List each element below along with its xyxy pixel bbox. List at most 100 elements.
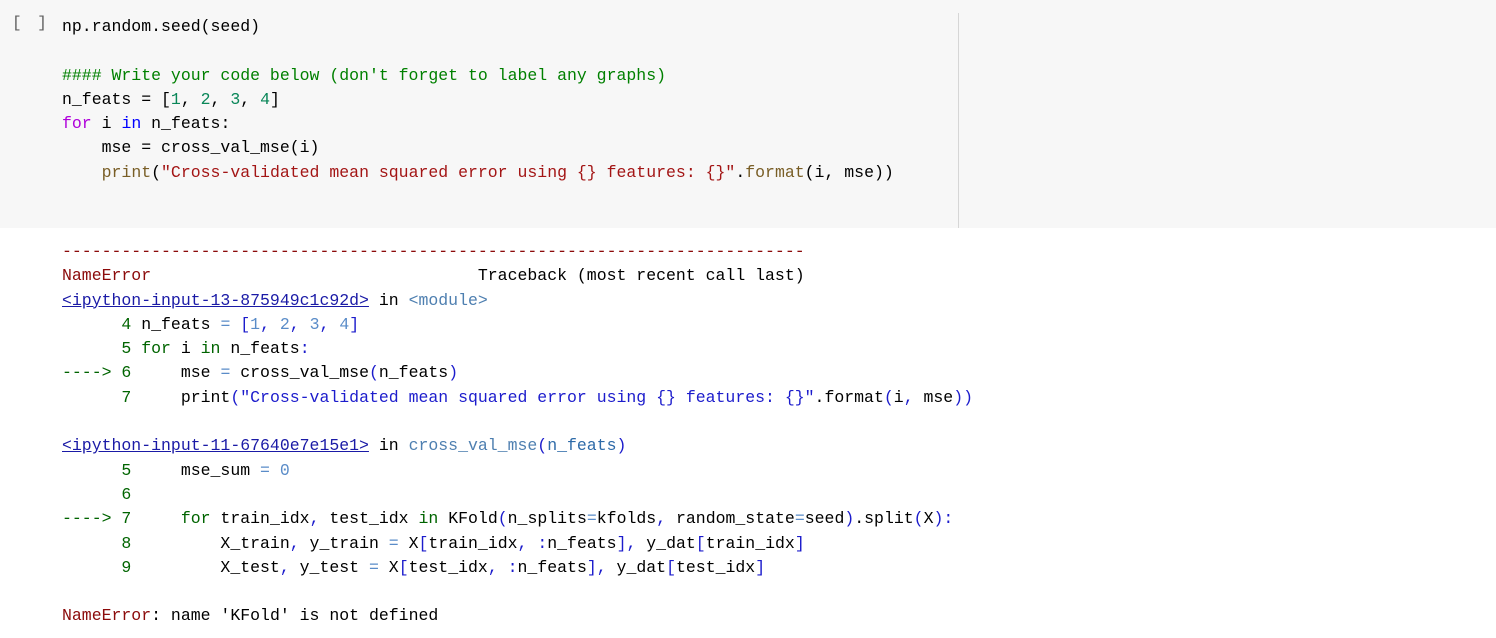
code-token: ----------------------------------------… xyxy=(62,242,805,261)
code-token: , xyxy=(260,314,270,334)
code-token: split xyxy=(864,509,914,529)
code-token: , xyxy=(309,509,320,529)
code-line: print("Cross-validated mean squared erro… xyxy=(62,160,894,184)
code-token: cross_val_mse xyxy=(230,363,369,383)
code-token: 5 xyxy=(62,460,132,480)
code-token: [ xyxy=(398,557,409,577)
code-token: )) xyxy=(953,387,974,407)
cell-output-traceback: ----------------------------------------… xyxy=(62,240,973,629)
code-token: n_feats xyxy=(131,314,221,334)
code-token: in xyxy=(200,339,221,359)
traceback-line: ----> 6 mse = cross_val_mse(n_feats) xyxy=(62,361,973,385)
code-token: ( xyxy=(913,509,924,529)
code-token: ] xyxy=(794,533,805,553)
code-token: y_test xyxy=(289,557,369,577)
code-token: train_idx xyxy=(705,533,795,553)
code-editor[interactable]: np.random.seed(seed) #### Write your cod… xyxy=(62,14,894,184)
code-token: ): xyxy=(933,509,954,529)
code-token: for xyxy=(131,509,211,529)
traceback-line: 5 mse_sum = 0 xyxy=(62,459,973,483)
code-token: 4 xyxy=(339,314,350,334)
code-token: , xyxy=(903,387,914,407)
code-token: ( xyxy=(537,436,548,456)
code-line: n_feats = [1, 2, 3, 4] xyxy=(62,87,894,111)
code-token: , xyxy=(279,557,290,577)
code-token: : xyxy=(537,533,548,553)
code-token: 7 xyxy=(62,387,132,407)
code-token: . xyxy=(735,162,746,182)
code-token: , xyxy=(487,557,498,577)
code-token: 4 xyxy=(62,314,132,334)
traceback-line: 5 for i in n_feats: xyxy=(62,337,973,361)
code-token: = xyxy=(586,509,597,529)
code-token: mse xyxy=(131,363,221,383)
code-token: n_feats xyxy=(547,533,617,553)
traceback-file-link[interactable]: <ipython-input-13-875949c1c92d> xyxy=(62,291,369,310)
code-token: . xyxy=(814,387,825,407)
code-token: mse xyxy=(913,387,954,407)
code-token: in xyxy=(418,509,439,529)
code-token: mse_sum xyxy=(131,460,261,480)
code-token: mse = cross_val_mse(i) xyxy=(62,138,320,158)
code-token: (i, mse)) xyxy=(804,162,894,182)
code-token: 6 xyxy=(62,484,132,504)
code-token: y_train xyxy=(299,533,389,553)
code-token: 9 xyxy=(62,557,132,577)
code-token: 5 xyxy=(62,339,132,359)
code-token: in xyxy=(368,436,409,456)
traceback-file-link[interactable]: <ipython-input-11-67640e7e15e1> xyxy=(62,436,369,455)
code-token: in xyxy=(368,290,409,310)
traceback-line: <ipython-input-13-875949c1c92d> in <modu… xyxy=(62,289,973,313)
code-token: y_dat xyxy=(636,533,696,553)
code-token: ] xyxy=(269,89,280,109)
code-line: np.random.seed(seed) xyxy=(62,14,894,38)
traceback-line xyxy=(62,410,973,434)
code-token: , xyxy=(210,89,231,109)
code-token: format xyxy=(745,162,805,182)
code-line: mse = cross_val_mse(i) xyxy=(62,135,894,159)
code-token: i xyxy=(893,387,904,407)
code-token: np.random.seed(seed) xyxy=(62,17,261,36)
code-token: ], xyxy=(586,557,607,577)
code-token: 0 xyxy=(279,460,290,480)
code-cell[interactable]: [ ] np.random.seed(seed) #### Write your… xyxy=(0,0,1496,228)
code-token: , xyxy=(656,509,667,529)
code-token: ( xyxy=(883,387,894,407)
traceback-line: 7 print("Cross-validated mean squared er… xyxy=(62,386,973,410)
code-token: , xyxy=(319,314,330,334)
code-token: : xyxy=(507,557,518,577)
code-token: 4 xyxy=(260,89,270,109)
run-cell-button[interactable]: [ ] xyxy=(12,14,50,32)
code-token: = xyxy=(220,363,231,383)
traceback-line xyxy=(62,580,973,604)
code-token: = xyxy=(368,557,379,577)
code-token: 3 xyxy=(230,89,241,109)
code-token: = xyxy=(220,314,231,334)
code-token: #### Write your code below (don't forget… xyxy=(62,65,666,85)
code-token: KFold xyxy=(438,509,498,529)
code-token: 8 xyxy=(62,533,132,553)
code-token: cross_val_mse xyxy=(408,436,538,456)
code-token: test_idx xyxy=(319,509,419,529)
code-token: n_feats: xyxy=(141,114,231,134)
code-token: seed xyxy=(804,509,845,529)
code-token: Traceback (most recent call last) xyxy=(151,266,805,286)
code-token: = xyxy=(260,460,270,480)
code-token: , xyxy=(289,314,300,334)
code-token: NameError xyxy=(62,266,152,286)
code-token: n_feats xyxy=(547,436,617,456)
traceback-line: NameError: name 'KFold' is not defined xyxy=(62,604,973,628)
code-token: n_splits xyxy=(507,509,587,529)
code-token: , xyxy=(517,533,528,553)
code-token: 1 xyxy=(250,314,261,334)
code-token: train_idx xyxy=(210,509,310,529)
code-token: , xyxy=(289,533,300,553)
traceback-line: 9 X_test, y_test = X[test_idx, :n_feats]… xyxy=(62,556,973,580)
code-token: print xyxy=(101,162,152,182)
